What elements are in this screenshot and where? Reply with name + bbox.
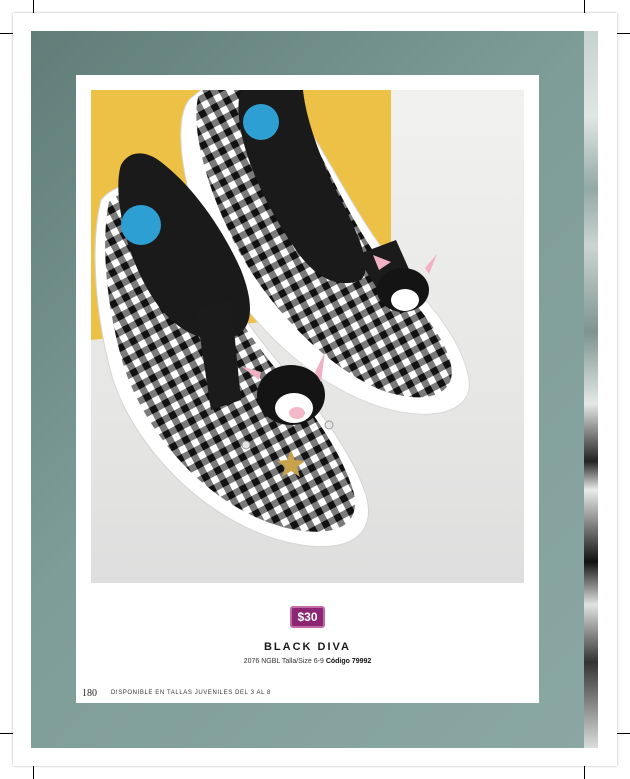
crop-mark xyxy=(33,0,34,13)
crop-mark xyxy=(617,733,630,734)
availability-note: DISPONIBLE EN TALLAS JUVENILES DEL 3 AL … xyxy=(111,690,271,696)
size-label: Talla/Size 6-9 xyxy=(281,658,324,665)
adjacent-page-strip xyxy=(584,31,598,748)
crop-mark xyxy=(0,33,13,34)
product-name: BLACK DIVA xyxy=(263,641,351,653)
crop-mark xyxy=(33,766,34,779)
product-details: 2076 NGBL Talla/Size 6-9 Código 79992 xyxy=(76,658,539,665)
product-card: $30 BLACK DIVA 2076 NGBL Talla/Size 6-9 … xyxy=(76,75,539,703)
back-insole-logo xyxy=(243,104,279,140)
product-code: Código 79992 xyxy=(325,658,372,665)
price-badge: $30 xyxy=(290,606,325,628)
shoe-illustration xyxy=(91,90,470,548)
crop-mark xyxy=(617,33,630,34)
style-number: 2076 NGBL xyxy=(243,658,280,665)
crop-mark xyxy=(584,766,585,779)
front-insole-logo xyxy=(121,205,161,245)
crop-mark xyxy=(584,0,585,13)
crop-mark xyxy=(0,733,13,734)
page-number: 180 xyxy=(82,688,97,699)
product-photo xyxy=(91,90,524,583)
